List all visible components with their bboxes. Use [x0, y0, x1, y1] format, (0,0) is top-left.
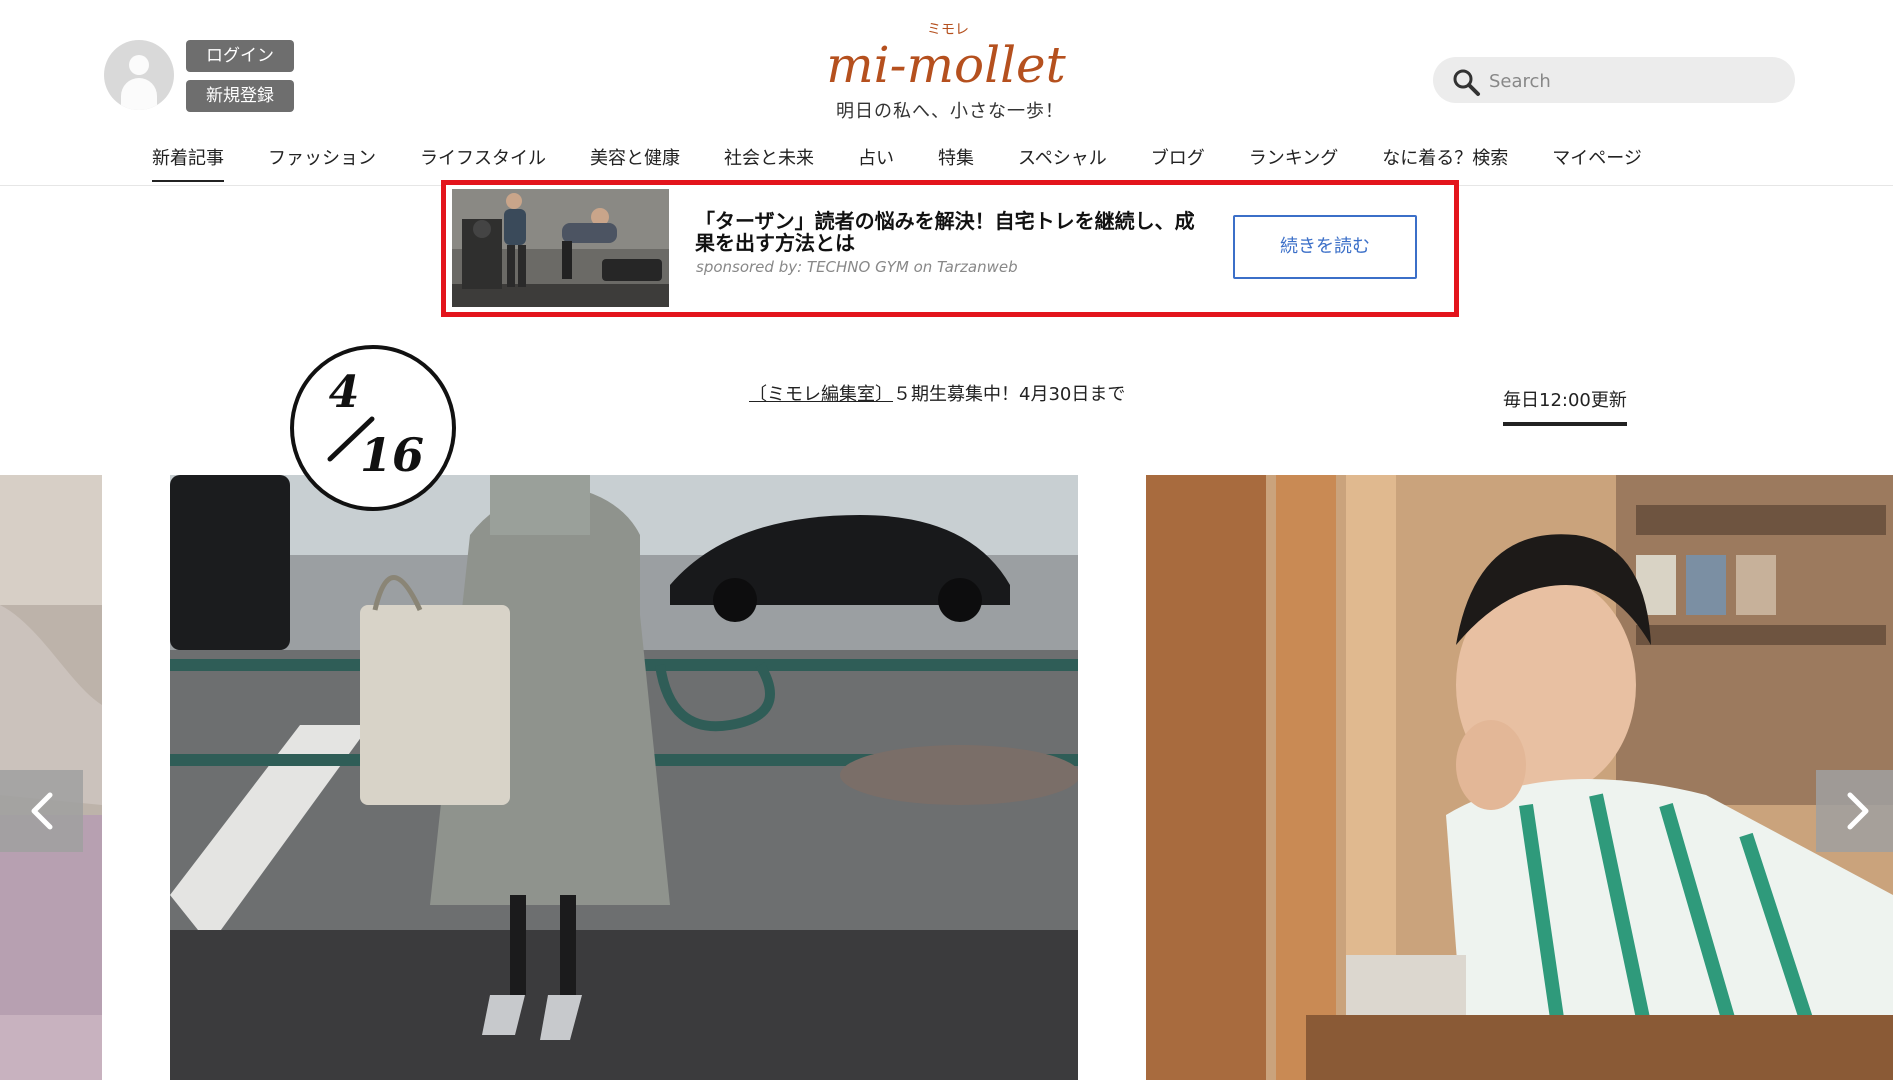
- chevron-left-icon: [31, 792, 53, 830]
- login-button[interactable]: ログイン: [186, 40, 294, 72]
- carousel-slide-current[interactable]: [170, 475, 1078, 1080]
- user-avatar[interactable]: [104, 40, 174, 110]
- nav-item-ranking[interactable]: ランキング: [1227, 140, 1360, 182]
- announcement-text: ５期生募集中！4月30日まで: [893, 384, 1126, 405]
- search-box[interactable]: [1433, 57, 1795, 103]
- avatar-head-shape: [129, 55, 149, 75]
- carousel-slide-next[interactable]: [1146, 475, 1893, 1080]
- chevron-right-icon: [1847, 792, 1869, 830]
- nav-item-society-future[interactable]: 社会と未来: [702, 140, 836, 182]
- carousel-prev-button[interactable]: [0, 770, 83, 852]
- daily-update-label: 毎日12:00更新: [1503, 386, 1627, 426]
- search-input[interactable]: [1487, 65, 1781, 97]
- smiling-woman-photo: [1146, 475, 1893, 1080]
- date-badge-graphic: 4 16: [327, 367, 424, 482]
- site-logo-graphic: ミモレ mi-mollet: [826, 22, 1067, 94]
- logo-wordmark: mi-mollet: [828, 36, 1067, 94]
- ad-read-more-button[interactable]: 続きを読む: [1233, 215, 1417, 279]
- site-tagline: 明日の私へ、小さな一歩！: [836, 101, 1064, 122]
- date-month: 4: [329, 367, 360, 418]
- nav-item-new-articles[interactable]: 新着記事: [130, 140, 246, 182]
- ad-thumbnail-image[interactable]: [452, 189, 669, 307]
- search-icon: [1453, 69, 1480, 96]
- ad-title[interactable]: 「ターザン」読者の悩みを解決！自宅トレを継続し、成果を出す方法とは: [695, 210, 1195, 254]
- nav-item-fortune[interactable]: 占い: [836, 140, 916, 182]
- announcement-link[interactable]: 〔ミモレ編集室〕: [749, 384, 893, 405]
- date-badge: 4 16: [290, 345, 456, 511]
- nav-item-outfit-search[interactable]: なに着る？検索: [1360, 140, 1530, 182]
- ad-gym-photo: [452, 189, 669, 307]
- carousel-next-button[interactable]: [1816, 770, 1893, 852]
- nav-item-fashion[interactable]: ファッション: [246, 140, 398, 182]
- nav-item-beauty-health[interactable]: 美容と健康: [568, 140, 702, 182]
- nav-item-blog[interactable]: ブログ: [1129, 140, 1227, 182]
- signup-button[interactable]: 新規登録: [186, 80, 294, 112]
- ad-sponsor-text: sponsored by: TECHNO GYM on Tarzanweb: [696, 258, 1018, 276]
- nav-item-mypage[interactable]: マイページ: [1530, 140, 1664, 182]
- nav-item-lifestyle[interactable]: ライフスタイル: [398, 140, 568, 182]
- announcement: 〔ミモレ編集室〕５期生募集中！4月30日まで: [749, 380, 1125, 406]
- nav-item-feature[interactable]: 特集: [916, 140, 996, 182]
- nav-item-special[interactable]: スペシャル: [996, 140, 1129, 182]
- site-logo[interactable]: ミモレ mi-mollet: [826, 16, 1068, 96]
- street-fashion-photo: [170, 475, 1078, 1080]
- date-day: 16: [360, 428, 424, 482]
- avatar-body-shape: [121, 78, 157, 110]
